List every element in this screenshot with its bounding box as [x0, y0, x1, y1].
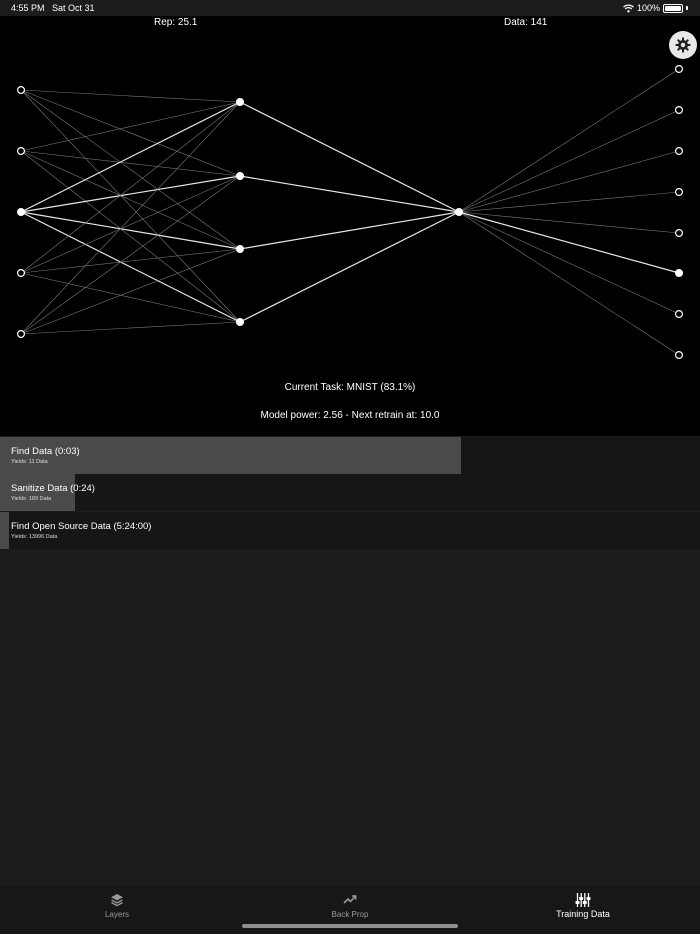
- current-task-label: Current Task: MNIST (83.1%): [284, 382, 416, 393]
- layers-icon: [111, 894, 123, 907]
- status-bar: 4:55 PM Sat Oct 31 100%: [0, 0, 700, 16]
- data-counter: Data: 141: [504, 17, 548, 28]
- network-connection: [458, 150, 680, 213]
- sliders-icon: [575, 893, 591, 907]
- trend-up-icon: [343, 895, 357, 904]
- tab-back-prop[interactable]: Back Prop: [280, 885, 420, 925]
- task-row-find-open-source-data[interactable]: Find Open Source Data (5:24:00) Yields: …: [0, 512, 700, 549]
- neuron-node: [674, 351, 683, 360]
- network-connection: [20, 101, 241, 213]
- tab-label: Layers: [104, 910, 129, 919]
- task-yield: Yields: 189 Data: [11, 496, 52, 502]
- neuron-node: [674, 188, 683, 197]
- network-connection: [20, 321, 241, 335]
- home-indicator: [242, 924, 458, 928]
- tab-layers[interactable]: Layers: [47, 885, 187, 925]
- neuron-node: [236, 172, 245, 181]
- neuron-node: [674, 310, 683, 319]
- network-connection: [20, 175, 241, 213]
- neuron-node: [674, 105, 683, 114]
- network-connection: [458, 211, 680, 274]
- neuron-node: [674, 269, 683, 278]
- battery-percent: 100%: [636, 3, 660, 13]
- task-yield: Yields: 13996 Data: [11, 534, 58, 540]
- neuron-node: [236, 97, 245, 106]
- network-connection: [20, 101, 241, 274]
- settings-button[interactable]: [669, 31, 697, 59]
- network-connection: [458, 211, 680, 315]
- network-connection: [458, 211, 680, 356]
- model-power-label: Model power: 2.56 - Next retrain at: 10.…: [260, 410, 440, 421]
- battery-tip: [686, 6, 688, 10]
- gear-icon: [675, 37, 691, 53]
- network-diagram: [17, 64, 683, 360]
- neuron-node: [17, 85, 26, 94]
- network-panel: Rep: 25.1 Data: 141 Current Task: MNIST …: [0, 16, 700, 436]
- network-connection: [20, 101, 241, 152]
- battery-icon: [663, 3, 683, 13]
- task-yield: Yields: 11 Data: [11, 459, 48, 465]
- task-progress-bar: [0, 512, 10, 549]
- tab-training-data[interactable]: Training Data: [513, 885, 653, 925]
- network-connection: [458, 109, 680, 213]
- wifi-icon: [623, 4, 634, 12]
- status-indicators: 100%: [623, 3, 688, 13]
- task-title: Find Data (0:03): [11, 446, 80, 457]
- neuron-node: [236, 318, 245, 327]
- task-title: Find Open Source Data (5:24:00): [11, 521, 152, 532]
- neuron-node: [674, 64, 683, 73]
- network-connection: [239, 175, 460, 213]
- status-date: Sat Oct 31: [52, 3, 95, 13]
- neuron-node: [17, 330, 26, 339]
- task-row-find-data[interactable]: Find Data (0:03) Yields: 11 Data: [0, 437, 700, 474]
- neuron-node: [17, 208, 26, 217]
- network-connection: [20, 89, 241, 250]
- network-connection: [20, 89, 241, 177]
- rep-counter: Rep: 25.1: [154, 17, 198, 28]
- neuron-node: [236, 245, 245, 254]
- network-connection: [20, 211, 241, 323]
- network-connection: [20, 272, 241, 323]
- network-connection: [20, 89, 241, 103]
- network-connection: [20, 150, 241, 323]
- neuron-node: [674, 147, 683, 156]
- tab-label: Back Prop: [331, 910, 369, 919]
- tab-label: Training Data: [556, 909, 610, 919]
- task-row-sanitize-data[interactable]: Sanitize Data (0:24) Yields: 189 Data: [0, 474, 700, 511]
- network-connection: [20, 175, 241, 274]
- network-connection: [239, 211, 460, 250]
- neuron-node: [17, 147, 26, 156]
- network-connection: [20, 248, 241, 335]
- network-connection: [20, 248, 241, 274]
- network-connection: [20, 211, 241, 250]
- network-connection: [20, 150, 241, 177]
- neuron-node: [674, 229, 683, 238]
- neuron-node: [455, 208, 464, 217]
- network-connection: [458, 211, 680, 234]
- network-connection: [458, 68, 680, 213]
- neuron-node: [17, 269, 26, 278]
- network-connection: [239, 101, 460, 213]
- status-time: 4:55 PM: [11, 3, 45, 13]
- network-connection: [239, 211, 460, 323]
- network-connection: [458, 191, 680, 213]
- task-title: Sanitize Data (0:24): [11, 483, 95, 494]
